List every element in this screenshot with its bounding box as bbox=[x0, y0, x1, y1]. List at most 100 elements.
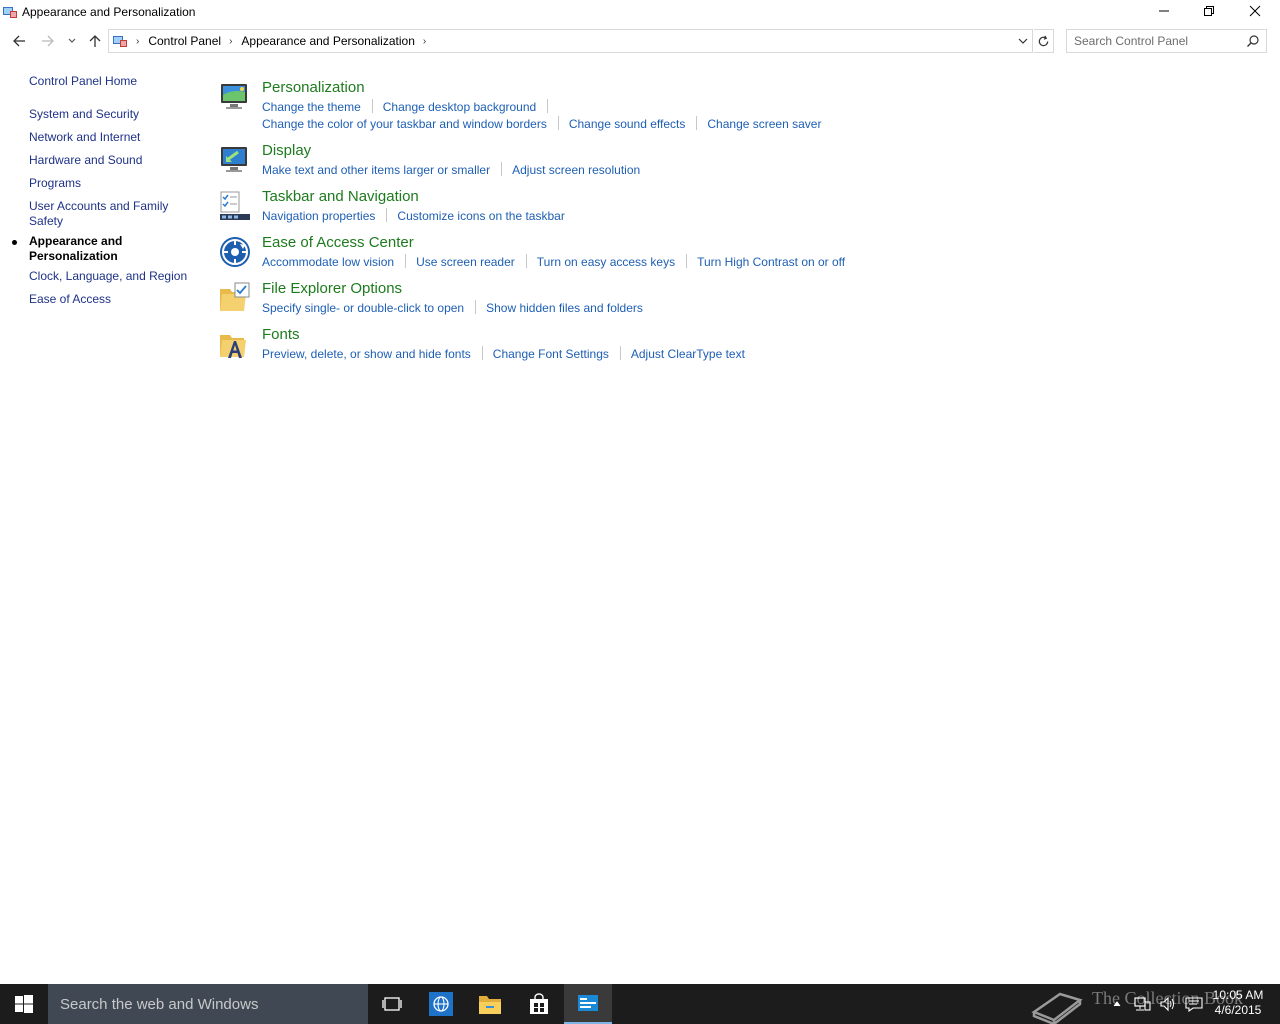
ease-of-access-heading[interactable]: Ease of Access Center bbox=[262, 233, 414, 253]
recent-locations-button[interactable] bbox=[62, 31, 82, 51]
display-icon bbox=[221, 147, 247, 172]
fonts-icon bbox=[220, 335, 246, 358]
up-button[interactable] bbox=[85, 31, 105, 51]
nav-ease-of-access[interactable]: Ease of Access bbox=[29, 292, 194, 307]
link-separator bbox=[386, 208, 388, 222]
taskbar-clock[interactable]: 10:05 AM 4/6/2015 bbox=[1208, 988, 1268, 1018]
task-change-sound-effects[interactable]: Change sound effects bbox=[569, 116, 686, 133]
ease-of-access-icon bbox=[220, 237, 250, 267]
task-change-desktop-background[interactable]: Change desktop background bbox=[383, 99, 536, 116]
nav-control-panel-home[interactable]: Control Panel Home bbox=[29, 74, 194, 89]
folder-options-icon bbox=[220, 282, 250, 311]
nav-network-internet[interactable]: Network and Internet bbox=[29, 130, 194, 145]
task-text-size[interactable]: Make text and other items larger or smal… bbox=[262, 162, 490, 179]
chevron-down-icon[interactable] bbox=[1016, 34, 1030, 48]
fonts-heading[interactable]: Fonts bbox=[262, 325, 300, 345]
task-low-vision[interactable]: Accommodate low vision bbox=[262, 254, 394, 271]
address-toolbar: › Control Panel › Appearance and Persona… bbox=[0, 27, 1280, 55]
task-change-taskbar-color[interactable]: Change the color of your taskbar and win… bbox=[262, 116, 547, 133]
display-tasks: Make text and other items larger or smal… bbox=[262, 162, 640, 179]
task-view-button[interactable] bbox=[368, 984, 416, 1024]
minimize-button[interactable] bbox=[1141, 0, 1187, 22]
file-explorer-options-heading[interactable]: File Explorer Options bbox=[262, 279, 402, 299]
window-title: Appearance and Personalization bbox=[22, 5, 196, 19]
store-bag-icon bbox=[530, 993, 548, 1014]
search-icon[interactable] bbox=[1246, 34, 1260, 48]
task-change-theme[interactable]: Change the theme bbox=[262, 99, 361, 116]
personalization-heading[interactable]: Personalization bbox=[262, 78, 365, 98]
close-button[interactable] bbox=[1232, 0, 1278, 22]
breadcrumb-separator[interactable]: › bbox=[423, 36, 426, 47]
taskbar-icon bbox=[220, 191, 250, 220]
taskbar-search-input[interactable] bbox=[60, 995, 350, 1013]
volume-tray-button[interactable] bbox=[1157, 984, 1179, 1024]
task-screen-resolution[interactable]: Adjust screen resolution bbox=[512, 162, 640, 179]
show-hidden-icons-button[interactable] bbox=[1108, 984, 1126, 1024]
taskbar-file-explorer-button[interactable] bbox=[466, 984, 514, 1024]
title-bar: Appearance and Personalization bbox=[0, 0, 1280, 24]
breadcrumb-appearance[interactable]: Appearance and Personalization bbox=[241, 34, 414, 48]
nav-system-security[interactable]: System and Security bbox=[29, 107, 194, 122]
link-separator bbox=[696, 116, 698, 130]
address-bar[interactable]: › Control Panel › Appearance and Persona… bbox=[108, 29, 1033, 53]
back-button[interactable] bbox=[9, 31, 29, 51]
nav-hardware-sound[interactable]: Hardware and Sound bbox=[29, 153, 194, 168]
task-change-font-settings[interactable]: Change Font Settings bbox=[493, 346, 609, 363]
breadcrumb-separator[interactable]: › bbox=[229, 36, 232, 47]
nav-user-accounts[interactable]: User Accounts and Family Safety bbox=[29, 199, 179, 229]
taskbar-control-panel-button[interactable] bbox=[564, 984, 612, 1024]
clock-time: 10:05 AM bbox=[1212, 988, 1264, 1002]
browser-globe-icon bbox=[429, 992, 453, 1016]
task-screen-reader[interactable]: Use screen reader bbox=[416, 254, 515, 271]
task-change-screen-saver[interactable]: Change screen saver bbox=[707, 116, 821, 133]
task-high-contrast[interactable]: Turn High Contrast on or off bbox=[697, 254, 845, 271]
restore-button[interactable] bbox=[1186, 0, 1232, 22]
fonts-tasks: Preview, delete, or show and hide fonts C… bbox=[262, 346, 745, 363]
personalization-tasks-row1: Change the theme Change desktop backgroun… bbox=[262, 99, 558, 116]
link-separator bbox=[501, 162, 503, 176]
book-logo-icon bbox=[1031, 992, 1083, 1024]
notification-icon bbox=[1185, 997, 1203, 1012]
start-button[interactable] bbox=[0, 984, 48, 1024]
link-separator bbox=[525, 254, 527, 268]
link-separator bbox=[619, 346, 621, 360]
forward-button[interactable] bbox=[38, 31, 58, 51]
link-separator bbox=[475, 300, 477, 314]
network-icon bbox=[1134, 997, 1151, 1011]
task-show-hidden-files[interactable]: Show hidden files and folders bbox=[486, 300, 643, 317]
taskbar: The Collection Book 10:05 AM 4/6/2015 bbox=[0, 984, 1280, 1024]
close-icon bbox=[1249, 5, 1261, 17]
taskbar-navigation-heading[interactable]: Taskbar and Navigation bbox=[262, 187, 419, 207]
breadcrumb-separator[interactable]: › bbox=[136, 36, 139, 47]
personalization-tasks-row2: Change the color of your taskbar and win… bbox=[262, 116, 821, 133]
nav-programs[interactable]: Programs bbox=[29, 176, 194, 191]
breadcrumb-control-panel[interactable]: Control Panel bbox=[148, 34, 221, 48]
file-explorer-tasks: Specify single- or double-click to open S… bbox=[262, 300, 643, 317]
taskbar-store-button[interactable] bbox=[515, 984, 563, 1024]
control-panel-icon bbox=[578, 995, 598, 1011]
task-navigation-properties[interactable]: Navigation properties bbox=[262, 208, 375, 225]
search-input[interactable] bbox=[1074, 34, 1244, 48]
taskbar-tasks: Navigation properties Customize icons on … bbox=[262, 208, 565, 225]
task-easy-access-keys[interactable]: Turn on easy access keys bbox=[537, 254, 675, 271]
search-box[interactable] bbox=[1066, 29, 1267, 53]
nav-clock-language[interactable]: Clock, Language, and Region bbox=[29, 269, 194, 284]
taskbar-browser-button[interactable] bbox=[417, 984, 465, 1024]
chevron-down-icon bbox=[68, 38, 76, 43]
link-separator bbox=[481, 346, 483, 360]
control-panel-icon bbox=[3, 7, 17, 18]
network-tray-button[interactable] bbox=[1131, 984, 1153, 1024]
arrow-up-icon bbox=[89, 35, 101, 47]
taskbar-search-box[interactable] bbox=[48, 984, 368, 1024]
task-preview-fonts[interactable]: Preview, delete, or show and hide fonts bbox=[262, 346, 471, 363]
task-single-double-click[interactable]: Specify single- or double-click to open bbox=[262, 300, 464, 317]
task-adjust-cleartype[interactable]: Adjust ClearType text bbox=[631, 346, 745, 363]
restore-icon bbox=[1204, 6, 1214, 16]
clock-date: 4/6/2015 bbox=[1214, 1003, 1262, 1017]
minimize-icon bbox=[1159, 10, 1169, 12]
refresh-button[interactable] bbox=[1034, 29, 1054, 53]
action-center-button[interactable] bbox=[1183, 984, 1205, 1024]
task-customize-taskbar-icons[interactable]: Customize icons on the taskbar bbox=[397, 208, 564, 225]
speaker-icon bbox=[1160, 996, 1174, 1012]
display-heading[interactable]: Display bbox=[262, 141, 311, 161]
